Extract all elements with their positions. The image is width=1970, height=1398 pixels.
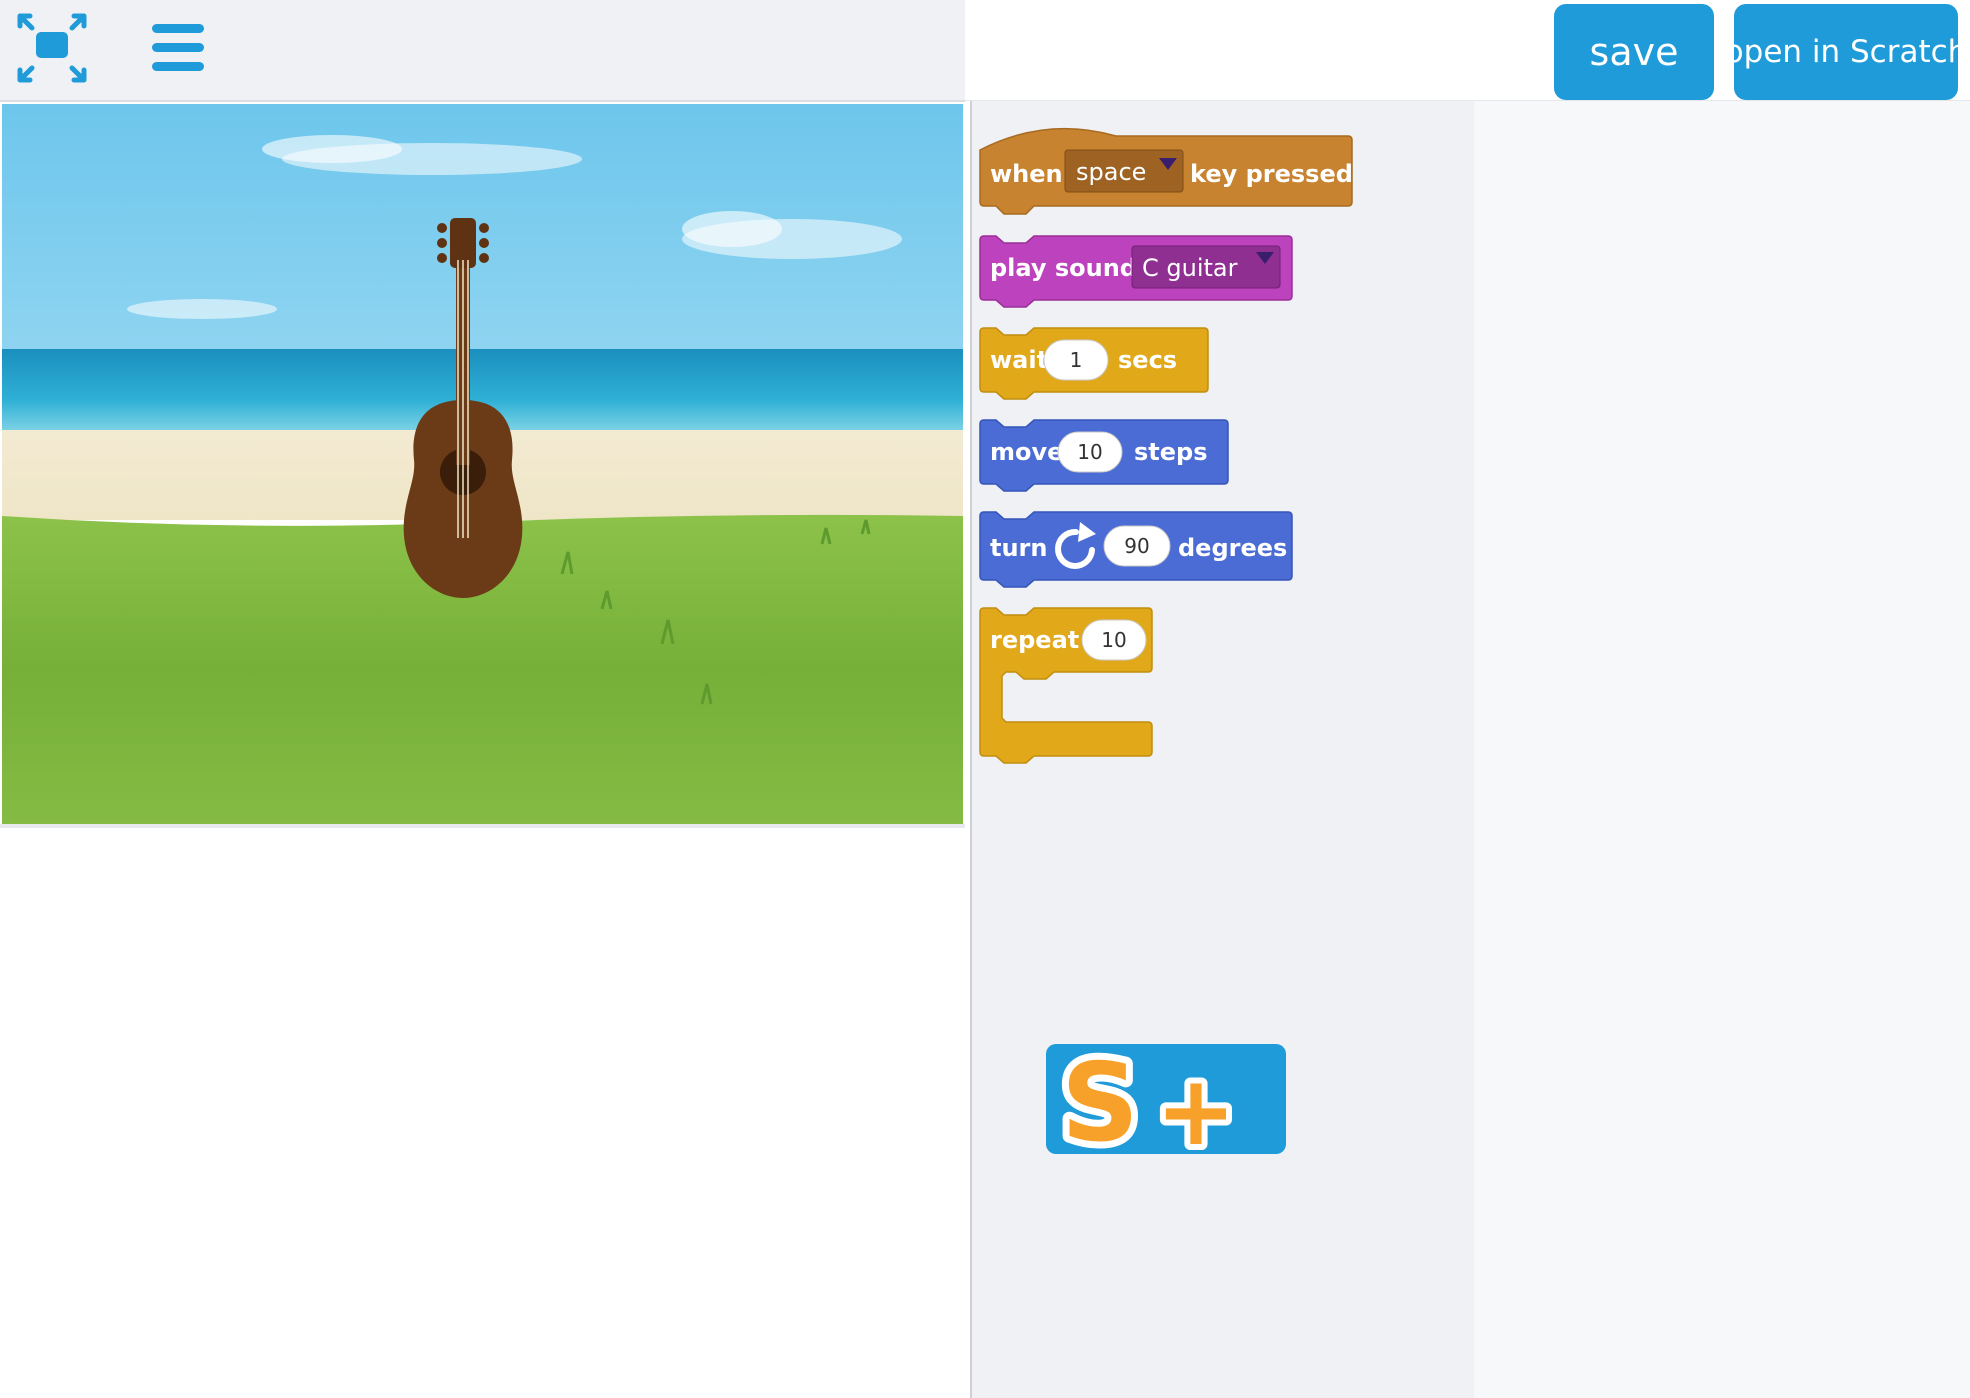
svg-text:key pressed: key pressed: [1190, 160, 1353, 188]
svg-text:play sound: play sound: [990, 254, 1137, 282]
svg-text:wait: wait: [990, 346, 1048, 374]
fullscreen-icon[interactable]: [14, 10, 90, 86]
repeat-block[interactable]: repeat 10: [976, 606, 1216, 764]
svg-text:space: space: [1076, 158, 1146, 186]
stage[interactable]: [2, 104, 963, 824]
svg-text:degrees: degrees: [1178, 534, 1287, 562]
svg-text:1: 1: [1070, 348, 1083, 372]
hamburger-menu-icon[interactable]: [148, 18, 208, 78]
s-letter: S: [1061, 1044, 1139, 1154]
svg-text:secs: secs: [1118, 346, 1177, 374]
scratch-plus-logo[interactable]: S S + +: [1046, 1034, 1286, 1173]
svg-text:turn: turn: [990, 534, 1047, 562]
svg-text:steps: steps: [1134, 438, 1208, 466]
guitar-sprite[interactable]: [388, 210, 538, 610]
open-in-scratch-button[interactable]: open in Scratch: [1734, 4, 1958, 100]
wait-block[interactable]: wait 1 secs: [976, 326, 1216, 400]
svg-text:10: 10: [1101, 628, 1126, 652]
svg-text:when: when: [990, 160, 1063, 188]
svg-text:repeat: repeat: [990, 626, 1079, 654]
svg-text:10: 10: [1077, 440, 1102, 464]
play-sound-block[interactable]: play sound C guitar: [976, 234, 1296, 308]
stage-toolbar: [0, 0, 965, 102]
turn-degrees-block[interactable]: turn 90 degrees: [976, 510, 1296, 588]
when-key-pressed-block[interactable]: when space key pressed: [976, 114, 1356, 218]
save-button[interactable]: save: [1554, 4, 1714, 100]
svg-text:C guitar: C guitar: [1142, 254, 1238, 282]
stage-divider: [0, 824, 965, 828]
scripts-area[interactable]: [1474, 101, 1970, 1398]
svg-text:move: move: [990, 438, 1063, 466]
plus-icon: +: [1156, 1055, 1236, 1154]
svg-text:90: 90: [1124, 534, 1149, 558]
move-steps-block[interactable]: move 10 steps: [976, 418, 1236, 492]
